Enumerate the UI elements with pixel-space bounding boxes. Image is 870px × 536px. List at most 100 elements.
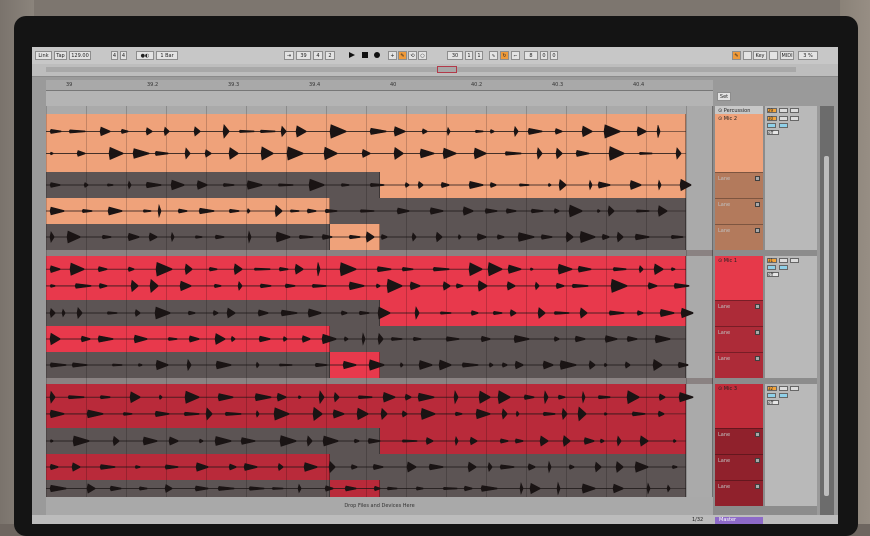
take-lane-header[interactable]: Lane	[715, 326, 763, 352]
midi-map-button[interactable]: MIDI	[780, 51, 794, 60]
link-button[interactable]: Link	[35, 51, 52, 60]
track-number-button[interactable]: 32	[767, 386, 777, 391]
arrangement-lane[interactable]	[46, 480, 713, 497]
monitor-button[interactable]	[767, 393, 776, 398]
track-number-button[interactable]: 31	[767, 258, 777, 263]
arrangement-lane[interactable]	[46, 326, 713, 352]
track-header[interactable]: ⊙ Mic 2	[715, 114, 763, 172]
lane-checkbox[interactable]	[755, 202, 760, 207]
take-lane-header[interactable]: Lane	[715, 224, 763, 250]
take-lane-header[interactable]: Lane	[715, 352, 763, 378]
solo-button[interactable]	[779, 258, 788, 263]
track-header[interactable]: ⊙ Mic 3	[715, 384, 763, 428]
monitor-button[interactable]	[767, 265, 776, 270]
automation-mode[interactable]: off	[767, 400, 779, 405]
waveform	[46, 178, 692, 192]
track-header[interactable]: ⊙ Mic 1	[715, 256, 763, 300]
overview-view-window[interactable]	[437, 66, 457, 73]
drop-area[interactable]: Drop Files and Devices Here	[46, 497, 713, 515]
solo-button[interactable]	[779, 386, 788, 391]
metronome-toggle[interactable]: ●◐	[136, 51, 154, 60]
lane-checkbox[interactable]	[755, 432, 760, 437]
loop-switch-icon[interactable]: ↻	[500, 51, 509, 60]
follow-icon[interactable]: ⇥	[284, 51, 294, 60]
automation-arm-icon[interactable]: ✎	[398, 51, 407, 60]
arrangement-lane[interactable]	[46, 172, 713, 198]
position-sixteenth[interactable]: 2	[325, 51, 335, 60]
arrangement-lane[interactable]	[46, 114, 713, 172]
loop-start-bar[interactable]: 30	[447, 51, 463, 60]
waveform	[46, 230, 686, 244]
arrangement-lane[interactable]	[46, 454, 713, 480]
monitor-button[interactable]	[767, 123, 776, 128]
master-track[interactable]: Master	[715, 517, 763, 524]
arrangement-lane[interactable]	[46, 198, 713, 224]
draw-mode-icon[interactable]: ∿	[489, 51, 498, 60]
loop-length-bar[interactable]: 8	[524, 51, 538, 60]
position-beat[interactable]: 4	[313, 51, 323, 60]
tap-button[interactable]: Tap	[54, 51, 67, 60]
arrangement-lane[interactable]	[46, 352, 713, 378]
lane-checkbox[interactable]	[755, 484, 760, 489]
arrangement-lane[interactable]	[46, 384, 713, 428]
track-number-button[interactable]: 29	[767, 108, 777, 113]
automation-mode[interactable]: off	[767, 130, 779, 135]
loop-length-beat[interactable]: 0	[540, 51, 548, 60]
solo-button[interactable]	[779, 108, 788, 113]
capture-icon[interactable]: ○	[418, 51, 427, 60]
loop-length-sub[interactable]: 0	[550, 51, 558, 60]
lane-checkbox[interactable]	[755, 176, 760, 181]
take-lane-header[interactable]: Lane	[715, 480, 763, 506]
overview-strip[interactable]	[46, 67, 796, 72]
take-lane-header[interactable]: Lane	[715, 172, 763, 198]
arrangement-overview[interactable]	[32, 64, 838, 77]
arrangement-lane[interactable]	[46, 428, 713, 454]
arm-button[interactable]	[790, 258, 799, 263]
take-lane-header[interactable]: Lane	[715, 198, 763, 224]
automation-mode[interactable]: off	[767, 272, 779, 277]
key-map-button[interactable]: Key	[753, 51, 767, 60]
beat-time-ruler[interactable]: 3939.239.339.44040.240.340.441	[46, 80, 713, 91]
take-lane-header[interactable]: Lane	[715, 428, 763, 454]
take-lane-header[interactable]: Lane	[715, 454, 763, 480]
lane-checkbox[interactable]	[755, 330, 760, 335]
quantize-menu[interactable]: 1 Bar	[156, 51, 178, 60]
set-button[interactable]: Set	[717, 92, 731, 101]
lane-checkbox[interactable]	[755, 304, 760, 309]
arm-button[interactable]	[790, 108, 799, 113]
lane-checkbox[interactable]	[755, 458, 760, 463]
draw-pencil-icon[interactable]: ✎	[732, 51, 741, 60]
scrollbar-thumb[interactable]	[824, 156, 829, 496]
waveform	[46, 435, 686, 447]
play-icon[interactable]	[349, 52, 355, 58]
arrangement-lane[interactable]	[46, 224, 713, 250]
tempo-field[interactable]: 129.00	[69, 51, 91, 60]
loop-start-sub[interactable]: 1	[475, 51, 483, 60]
loop-start-beat[interactable]: 1	[465, 51, 473, 60]
monitor-button[interactable]	[779, 265, 788, 270]
lane-checkbox[interactable]	[755, 356, 760, 361]
record-icon[interactable]	[374, 52, 380, 58]
vertical-scrollbar[interactable]	[820, 106, 834, 515]
track-number-button[interactable]: 30	[767, 116, 777, 121]
overdub-icon[interactable]: +	[388, 51, 397, 60]
stop-icon[interactable]	[362, 52, 368, 58]
punch-in-icon[interactable]: ⌐	[511, 51, 520, 60]
time-signature-numerator[interactable]: 4	[111, 51, 118, 60]
arm-button[interactable]	[790, 116, 799, 121]
arrangement-lane[interactable]	[46, 300, 713, 326]
monitor-button[interactable]	[779, 123, 788, 128]
arrangement-lane[interactable]	[46, 256, 713, 300]
lane-checkbox[interactable]	[755, 228, 760, 233]
arm-button[interactable]	[790, 386, 799, 391]
monitor-button[interactable]	[779, 393, 788, 398]
solo-button[interactable]	[779, 116, 788, 121]
arrangement-view[interactable]	[46, 106, 713, 497]
re-enable-automation-icon[interactable]: ⟲	[408, 51, 417, 60]
arrangement-lane[interactable]	[46, 106, 713, 114]
position-bar[interactable]: 39	[296, 51, 311, 60]
loop-brace-ruler[interactable]	[46, 91, 713, 107]
take-lane-header[interactable]: Lane	[715, 300, 763, 326]
time-signature-denominator[interactable]: 4	[120, 51, 127, 60]
empty-region[interactable]	[46, 106, 713, 114]
